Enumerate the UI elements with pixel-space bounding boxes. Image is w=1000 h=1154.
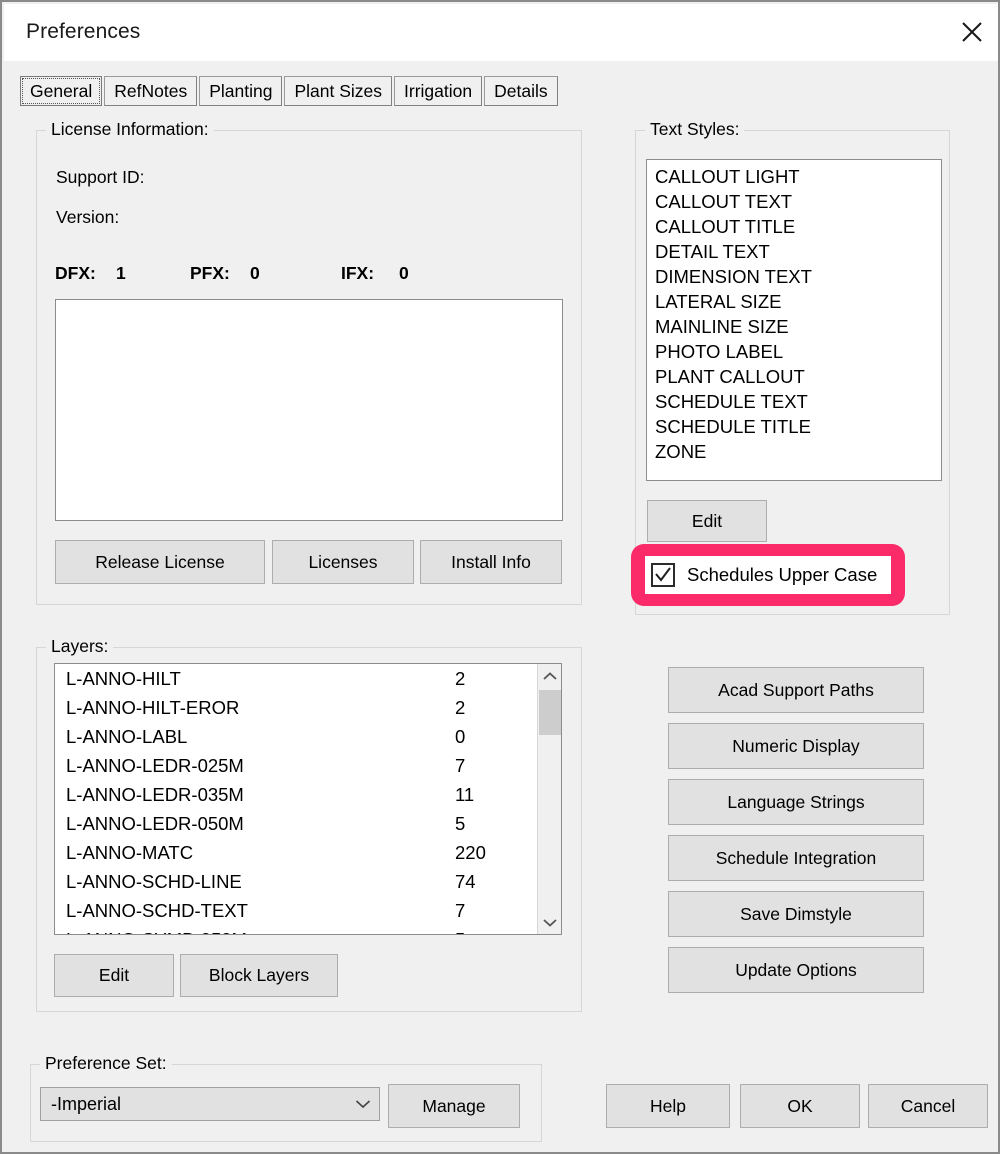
table-row[interactable]: L-ANNO-LEDR-035M 11: [55, 780, 536, 809]
cancel-button[interactable]: Cancel: [868, 1084, 988, 1128]
tab-strip: General RefNotes Planting Plant Sizes Ir…: [20, 76, 560, 108]
text-styles-edit-button[interactable]: Edit: [647, 500, 767, 542]
table-row[interactable]: L-ANNO-LEDR-050M 5: [55, 809, 536, 838]
list-item[interactable]: SCHEDULE TEXT: [647, 389, 941, 414]
list-item[interactable]: LATERAL SIZE: [647, 289, 941, 314]
layer-count: 5: [455, 925, 465, 934]
tab-planting[interactable]: Planting: [199, 76, 283, 106]
license-information-legend: License Information:: [46, 119, 214, 140]
layers-scrollbar[interactable]: [537, 664, 561, 934]
table-row[interactable]: L-ANNO-LABL 0: [55, 722, 536, 751]
layer-name: L-ANNO-MATC: [66, 842, 194, 863]
block-layers-button[interactable]: Block Layers: [180, 954, 338, 997]
list-item[interactable]: CALLOUT TITLE: [647, 214, 941, 239]
layer-count: 220: [455, 842, 486, 863]
layer-count: 2: [455, 697, 466, 718]
version-label: Version:: [56, 207, 120, 227]
install-info-button[interactable]: Install Info: [420, 540, 562, 584]
release-license-button[interactable]: Release License: [55, 540, 265, 584]
table-row[interactable]: L-ANNO-SCHD-LINE 74: [55, 867, 536, 896]
list-item[interactable]: ZONE: [647, 439, 941, 464]
dfx-value: 1: [116, 263, 126, 283]
support-id-label: Support ID:: [56, 167, 145, 187]
schedules-upper-case-checkbox[interactable]: Schedules Upper Case: [645, 556, 891, 594]
preference-set-dropdown[interactable]: -Imperial: [40, 1087, 380, 1121]
layer-count: 11: [455, 784, 475, 805]
layer-count: 5: [455, 813, 466, 834]
pfx-value: 0: [250, 263, 260, 283]
dfx-label: DFX:: [55, 263, 96, 283]
table-row[interactable]: L-ANNO-SYMB-050M 5: [55, 925, 536, 934]
layer-count: 7: [455, 900, 466, 921]
pfx-label: PFX:: [190, 263, 230, 283]
layer-count: 2: [455, 668, 466, 689]
tab-details[interactable]: Details: [484, 76, 558, 106]
text-styles-legend: Text Styles:: [645, 119, 745, 140]
layer-name: L-ANNO-HILT: [66, 668, 181, 689]
table-row[interactable]: L-ANNO-LEDR-025M 7: [55, 751, 536, 780]
list-item[interactable]: PLANT CALLOUT: [647, 364, 941, 389]
layer-count: 0: [455, 726, 466, 747]
layer-name: L-ANNO-LEDR-050M: [66, 813, 244, 834]
update-options-button[interactable]: Update Options: [668, 947, 924, 993]
scrollbar-thumb[interactable]: [539, 690, 561, 735]
list-item[interactable]: DETAIL TEXT: [647, 239, 941, 264]
table-row[interactable]: L-ANNO-HILT-EROR 2: [55, 693, 536, 722]
window-title: Preferences: [26, 20, 141, 43]
save-dimstyle-button[interactable]: Save Dimstyle: [668, 891, 924, 937]
help-button[interactable]: Help: [606, 1084, 730, 1128]
list-item[interactable]: CALLOUT LIGHT: [647, 164, 941, 189]
table-row[interactable]: L-ANNO-HILT 2: [55, 664, 536, 693]
layers-edit-button[interactable]: Edit: [54, 954, 174, 997]
list-item[interactable]: MAINLINE SIZE: [647, 314, 941, 339]
tab-irrigation[interactable]: Irrigation: [394, 76, 483, 106]
layer-count: 7: [455, 755, 466, 776]
layer-name: L-ANNO-SYMB-050M: [66, 925, 247, 934]
schedules-upper-case-label: Schedules Upper Case: [687, 564, 878, 585]
license-info-textbox[interactable]: [55, 299, 563, 521]
scroll-up-icon[interactable]: [538, 664, 561, 688]
license-info-text: [56, 300, 562, 325]
preference-set-value: -Imperial: [51, 1093, 122, 1114]
text-styles-listbox[interactable]: CALLOUT LIGHT CALLOUT TEXT CALLOUT TITLE…: [646, 159, 942, 481]
scroll-down-icon[interactable]: [538, 910, 561, 934]
schedule-integration-button[interactable]: Schedule Integration: [668, 835, 924, 881]
preferences-dialog: Preferences General RefNotes Planting Pl…: [0, 0, 1000, 1154]
table-row[interactable]: L-ANNO-MATC 220: [55, 838, 536, 867]
layers-legend: Layers:: [46, 636, 114, 657]
checkbox-checked-icon: [651, 563, 675, 587]
tab-general[interactable]: General: [20, 76, 103, 106]
layer-name: L-ANNO-LEDR-035M: [66, 784, 244, 805]
layer-name: L-ANNO-SCHD-TEXT: [66, 900, 248, 921]
preference-set-legend: Preference Set:: [40, 1053, 172, 1074]
title-bar: Preferences: [4, 4, 998, 61]
list-item[interactable]: DIMENSION TEXT: [647, 264, 941, 289]
layer-name: L-ANNO-LABL: [66, 726, 188, 747]
layers-listbox[interactable]: L-ANNO-HILT 2 L-ANNO-HILT-EROR 2 L-ANNO-…: [54, 663, 562, 935]
close-icon[interactable]: [944, 4, 998, 60]
chevron-down-icon: [347, 1099, 379, 1109]
layer-name: L-ANNO-SCHD-LINE: [66, 871, 242, 892]
tab-plant-sizes[interactable]: Plant Sizes: [284, 76, 393, 106]
list-item[interactable]: SCHEDULE TITLE: [647, 414, 941, 439]
numeric-display-button[interactable]: Numeric Display: [668, 723, 924, 769]
ifx-value: 0: [399, 263, 409, 283]
ifx-label: IFX:: [341, 263, 375, 283]
list-item[interactable]: PHOTO LABEL: [647, 339, 941, 364]
layer-name: L-ANNO-LEDR-025M: [66, 755, 244, 776]
tab-refnotes[interactable]: RefNotes: [104, 76, 198, 106]
licenses-button[interactable]: Licenses: [272, 540, 414, 584]
layer-name: L-ANNO-HILT-EROR: [66, 697, 240, 718]
manage-button[interactable]: Manage: [388, 1084, 520, 1128]
table-row[interactable]: L-ANNO-SCHD-TEXT 7: [55, 896, 536, 925]
ok-button[interactable]: OK: [740, 1084, 860, 1128]
language-strings-button[interactable]: Language Strings: [668, 779, 924, 825]
acad-support-paths-button[interactable]: Acad Support Paths: [668, 667, 924, 713]
layer-count: 74: [455, 871, 476, 892]
layers-list: L-ANNO-HILT 2 L-ANNO-HILT-EROR 2 L-ANNO-…: [55, 664, 536, 934]
list-item[interactable]: CALLOUT TEXT: [647, 189, 941, 214]
